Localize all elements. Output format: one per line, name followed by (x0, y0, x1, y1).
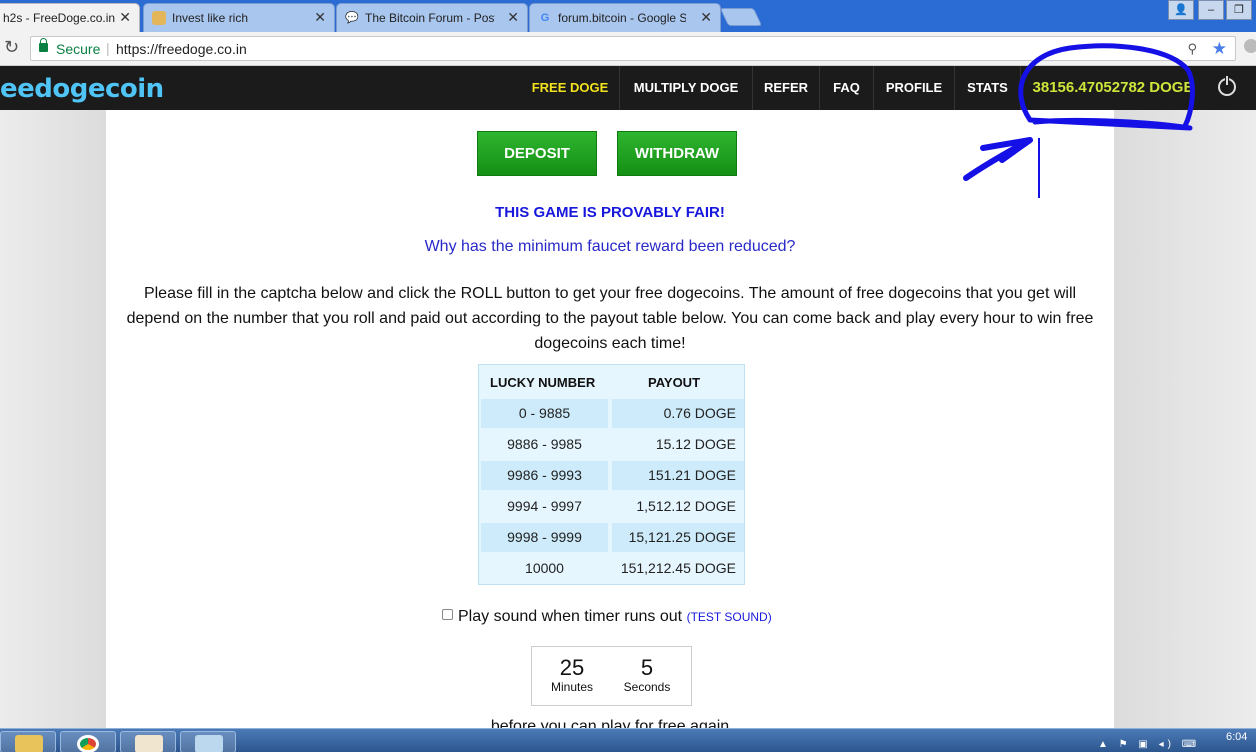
annotation-arrow (963, 137, 1033, 181)
annotation-overlay (963, 43, 1195, 198)
annotation-circle (1018, 43, 1195, 131)
